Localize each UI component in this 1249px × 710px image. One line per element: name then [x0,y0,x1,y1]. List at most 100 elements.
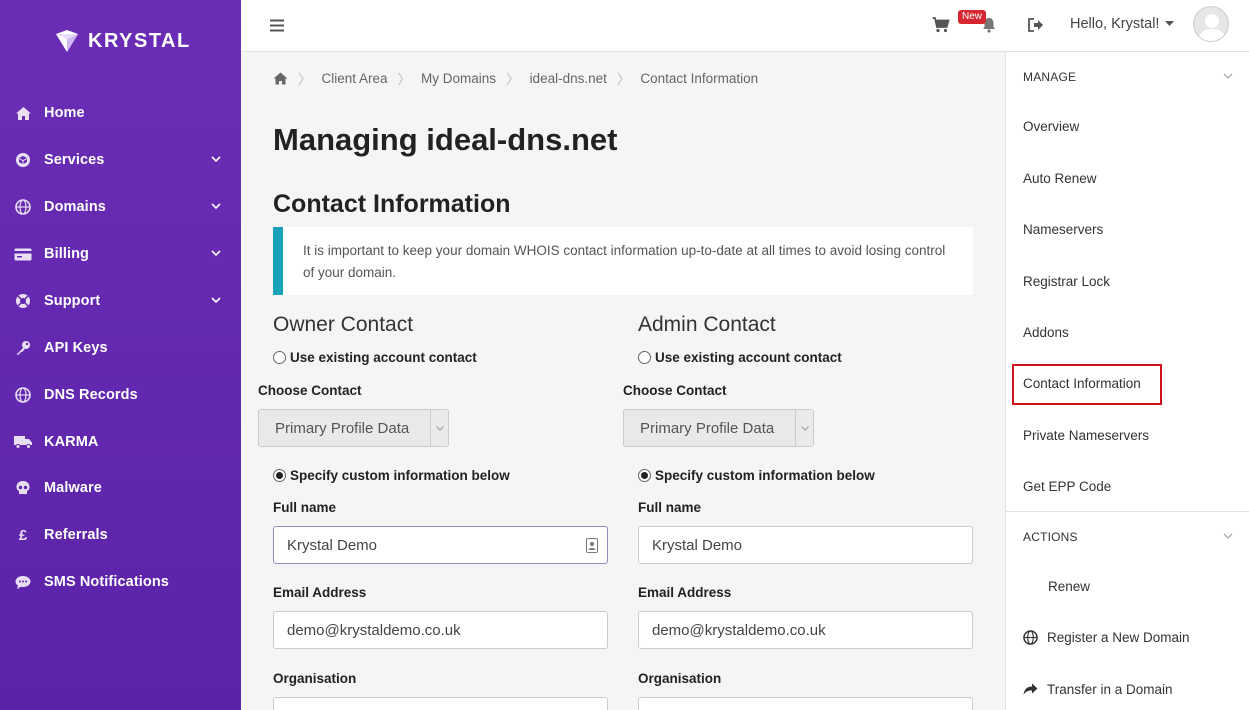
manage-item-get-epp-code[interactable]: Get EPP Code [1023,479,1111,494]
radio-button[interactable] [638,351,651,364]
breadcrumb: 〉 Client Area 〉 My Domains 〉 ideal-dns.n… [273,68,758,88]
admin-full-name-label: Full name [638,500,702,515]
action-renew[interactable]: Renew [1048,579,1090,594]
radio-button[interactable] [273,469,286,482]
sidebar-item-label: Domains [44,199,106,215]
krystal-logo-icon [56,30,78,52]
info-alert: It is important to keep your domain WHOI… [273,227,973,295]
truck-icon [13,432,33,452]
active-item-highlight [1012,364,1162,405]
sidebar-item-label: Support [44,293,101,309]
chevron-down-icon [1223,533,1233,539]
sidebar-item-services[interactable]: Services [0,140,241,180]
manage-item-private-nameservers[interactable]: Private Nameservers [1023,428,1149,443]
skull-icon [13,478,33,498]
owner-email-label: Email Address [273,585,367,600]
cart-icon [932,17,950,33]
sidebar-item-malware[interactable]: Malware [0,468,241,508]
key-icon [13,338,33,358]
sidebar-item-dns-records[interactable]: DNS Records [0,375,241,415]
breadcrumb-domain[interactable]: ideal-dns.net [530,71,607,86]
action-register-new-domain[interactable]: Register a New Domain [1023,630,1190,645]
contact-card-icon [586,538,598,553]
manage-item-overview[interactable]: Overview [1023,119,1079,134]
breadcrumb-separator-icon: 〉 [298,72,312,87]
new-badge: New [958,10,987,24]
breadcrumb-separator-icon: 〉 [397,72,412,87]
greeting-text: Hello, Krystal! [1070,16,1160,32]
avatar[interactable] [1193,6,1229,42]
sidebar: KRYSTAL Home Services Domains Billing Su… [0,0,241,710]
chevron-down-icon [211,203,221,210]
owner-contact-title: Owner Contact [273,313,414,336]
hamburger-icon [270,19,284,31]
sidebar-item-sms-notifications[interactable]: SMS Notifications [0,562,241,602]
owner-organisation-label: Organisation [273,671,357,686]
chevron-down-icon [1223,73,1233,79]
sidebar-item-label: Services [44,152,105,168]
owner-organisation-field[interactable] [273,697,608,710]
logout-button[interactable] [1025,14,1047,36]
actions-heading[interactable]: ACTIONS [1023,530,1078,544]
radio-button[interactable] [638,469,651,482]
brand-logo[interactable]: KRYSTAL [54,28,191,54]
admin-choose-contact-label: Choose Contact [623,383,727,398]
manage-item-registrar-lock[interactable]: Registrar Lock [1023,274,1110,289]
globe-icon [1023,630,1038,645]
credit-card-icon [13,244,33,264]
chevron-down-icon [795,410,813,446]
chevron-down-icon [430,410,448,446]
owner-specify-custom-radio[interactable]: Specify custom information below [273,468,510,483]
sidebar-item-home[interactable]: Home [0,93,241,133]
sidebar-item-domains[interactable]: Domains [0,187,241,227]
globe-icon [13,197,33,217]
owner-email-field[interactable]: demo@krystaldemo.co.uk [273,611,608,649]
sidebar-item-label: Home [44,105,85,121]
sign-out-icon [1028,18,1043,32]
sidebar-item-referrals[interactable]: £ Referrals [0,515,241,555]
chevron-down-icon [211,250,221,257]
admin-specify-custom-radio[interactable]: Specify custom information below [638,468,875,483]
manage-heading[interactable]: MANAGE [1023,70,1076,84]
manage-item-auto-renew[interactable]: Auto Renew [1023,171,1097,186]
radio-label: Specify custom information below [655,468,875,483]
account-menu[interactable]: Hello, Krystal! [1070,16,1175,32]
sidebar-item-label: Referrals [44,527,108,543]
sidebar-item-billing[interactable]: Billing [0,234,241,274]
admin-organisation-field[interactable] [638,697,973,710]
radio-button[interactable] [273,351,286,364]
admin-choose-contact-select[interactable]: Primary Profile Data [623,409,814,447]
owner-choose-contact-label: Choose Contact [258,383,362,398]
sidebar-item-karma[interactable]: KARMA [0,422,241,462]
admin-full-name-field[interactable]: Krystal Demo [638,526,973,564]
menu-toggle-button[interactable] [266,14,288,36]
admin-contact-title: Admin Contact [638,313,776,336]
manage-item-addons[interactable]: Addons [1023,325,1069,340]
brand-name: KRYSTAL [88,29,191,52]
breadcrumb-client-area[interactable]: Client Area [322,71,388,86]
breadcrumb-my-domains[interactable]: My Domains [421,71,496,86]
select-value: Primary Profile Data [640,419,775,437]
admin-email-field[interactable]: demo@krystaldemo.co.uk [638,611,973,649]
owner-use-existing-radio[interactable]: Use existing account contact [273,350,477,365]
breadcrumb-separator-icon: 〉 [616,72,631,87]
lifebuoy-icon [13,291,33,311]
admin-use-existing-radio[interactable]: Use existing account contact [638,350,842,365]
action-transfer-domain[interactable]: Transfer in a Domain [1023,682,1173,697]
sidebar-item-support[interactable]: Support [0,281,241,321]
home-icon [13,103,33,123]
breadcrumb-home[interactable] [273,72,288,85]
home-icon [273,72,288,84]
admin-email-label: Email Address [638,585,732,600]
manage-item-nameservers[interactable]: Nameservers [1023,222,1103,237]
sidebar-item-api-keys[interactable]: API Keys [0,328,241,368]
owner-full-name-field[interactable]: Krystal Demo [273,526,608,564]
breadcrumb-separator-icon: 〉 [506,72,520,87]
input-value: demo@krystaldemo.co.uk [652,621,826,639]
globe-icon [13,385,33,405]
cart-button[interactable] [929,14,953,36]
sidebar-item-label: SMS Notifications [44,574,169,590]
pound-icon: £ [18,526,28,544]
radio-label: Use existing account contact [655,350,842,365]
owner-choose-contact-select[interactable]: Primary Profile Data [258,409,449,447]
